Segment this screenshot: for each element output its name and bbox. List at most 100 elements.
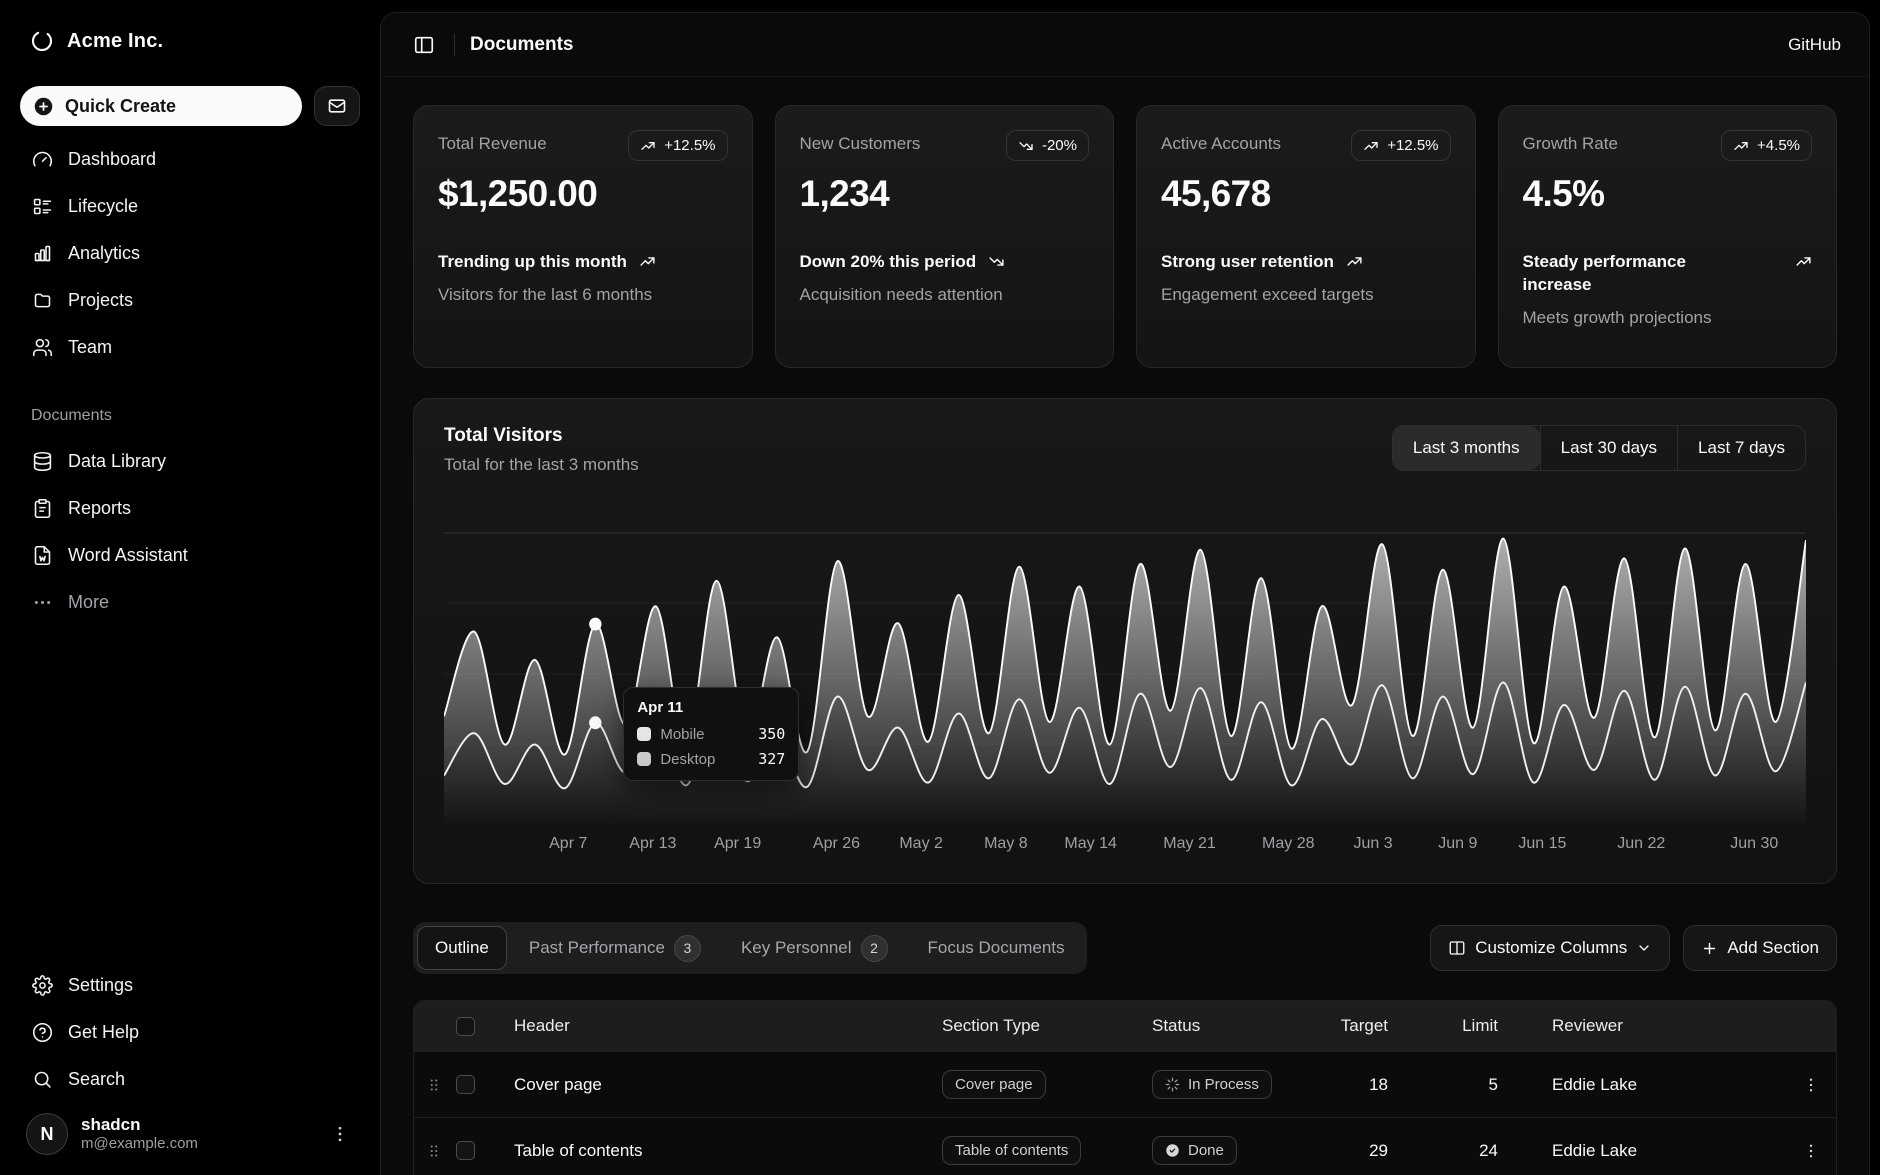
x-tick: Jun 22 — [1617, 835, 1665, 853]
x-axis-labels: Apr 7Apr 13Apr 19Apr 26May 2May 8May 14M… — [444, 835, 1806, 861]
topbar: Documents GitHub — [381, 13, 1869, 77]
row-checkbox[interactable] — [456, 1075, 475, 1094]
stat-card-total-revenue: Total Revenue +12.5% $1,250.00 Trending … — [413, 105, 753, 368]
drag-handle-icon[interactable] — [414, 1076, 454, 1094]
row-menu-ellipsis-icon[interactable] — [1786, 1076, 1836, 1094]
sections-table: Header Section Type Status Target Limit … — [413, 1000, 1837, 1175]
desktop-swatch — [637, 752, 651, 766]
drag-handle-icon[interactable] — [414, 1142, 454, 1160]
row-menu-ellipsis-icon[interactable] — [1786, 1142, 1836, 1160]
sidebar-item-projects[interactable]: Projects — [20, 280, 360, 320]
row-reviewer[interactable]: Eddie Lake — [1536, 1141, 1786, 1161]
sidebar-footer-nav: Settings Get Help Search — [20, 965, 360, 1099]
user-card[interactable]: N shadcn m@example.com — [20, 1099, 360, 1157]
card-label: New Customers — [800, 130, 921, 154]
select-all-checkbox[interactable] — [456, 1017, 475, 1036]
stat-card-active-accounts: Active Accounts +12.5% 45,678 Strong use… — [1136, 105, 1476, 368]
sidebar-item-more[interactable]: More — [20, 582, 360, 622]
section-type-badge: Table of contents — [942, 1136, 1081, 1165]
quick-create-label: Quick Create — [65, 96, 176, 117]
user-email: m@example.com — [81, 1135, 198, 1154]
x-tick: May 8 — [984, 835, 1028, 853]
range-last-3-months[interactable]: Last 3 months — [1393, 426, 1540, 470]
tooltip-row-mobile: Mobile 350 — [637, 725, 785, 743]
check-circle-icon — [1165, 1143, 1180, 1158]
sidebar-item-team[interactable]: Team — [20, 327, 360, 367]
card-label: Active Accounts — [1161, 130, 1281, 154]
sidebar-item-analytics[interactable]: Analytics — [20, 233, 360, 273]
card-footer-title: Steady performance increase — [1523, 251, 1813, 297]
github-link[interactable]: GitHub — [1788, 35, 1841, 55]
sidebar-item-reports[interactable]: Reports — [20, 488, 360, 528]
card-footer-title: Down 20% this period — [800, 251, 1090, 274]
user-menu-ellipsis-icon[interactable] — [326, 1120, 354, 1148]
sidebar-item-label: Search — [68, 1069, 125, 1090]
customize-columns-button[interactable]: Customize Columns — [1430, 925, 1670, 971]
row-reviewer[interactable]: Eddie Lake — [1536, 1075, 1786, 1095]
avatar: N — [26, 1113, 68, 1155]
row-limit[interactable]: 5 — [1426, 1075, 1536, 1095]
stat-cards: Total Revenue +12.5% $1,250.00 Trending … — [413, 105, 1837, 368]
sidebar-toggle-button[interactable] — [409, 30, 439, 60]
tab-past-performance[interactable]: Past Performance 3 — [511, 926, 719, 970]
brand[interactable]: Acme Inc. — [20, 22, 360, 60]
x-tick: Apr 26 — [813, 835, 860, 853]
trend-badge: +12.5% — [1351, 130, 1450, 161]
trending-up-icon — [639, 251, 656, 270]
card-value: 45,678 — [1161, 173, 1451, 215]
sidebar-item-data-library[interactable]: Data Library — [20, 441, 360, 481]
count-badge: 3 — [674, 935, 701, 962]
sidebar-item-settings[interactable]: Settings — [20, 965, 360, 1005]
loader-icon — [1165, 1077, 1180, 1092]
card-footer-desc: Meets growth projections — [1523, 307, 1813, 329]
table-toolbar: Outline Past Performance 3 Key Personnel… — [413, 922, 1837, 974]
brand-title: Acme Inc. — [67, 30, 163, 53]
sidebar-section-label: Documents — [20, 407, 360, 425]
row-header[interactable]: Table of contents — [498, 1141, 926, 1161]
row-checkbox[interactable] — [456, 1141, 475, 1160]
add-section-button[interactable]: Add Section — [1683, 925, 1837, 971]
divider — [454, 34, 455, 56]
trending-up-icon — [1346, 251, 1363, 270]
sidebar-item-dashboard[interactable]: Dashboard — [20, 139, 360, 179]
range-last-30-days[interactable]: Last 30 days — [1540, 426, 1677, 470]
trending-down-icon — [1018, 138, 1034, 154]
col-section-type: Section Type — [926, 1016, 1136, 1036]
sidebar-item-word-assistant[interactable]: Word Assistant — [20, 535, 360, 575]
sidebar-item-lifecycle[interactable]: Lifecycle — [20, 186, 360, 226]
tab-key-personnel[interactable]: Key Personnel 2 — [723, 926, 906, 970]
sidebar-item-label: Data Library — [68, 451, 166, 472]
quick-create-button[interactable]: Quick Create — [20, 86, 302, 126]
main-panel: Documents GitHub Total Revenue +12.5% $1… — [380, 12, 1870, 1175]
folder-icon — [31, 289, 53, 311]
user-name: shadcn — [81, 1114, 198, 1135]
trending-up-icon — [1733, 138, 1749, 154]
row-header[interactable]: Cover page — [498, 1075, 926, 1095]
row-target[interactable]: 18 — [1326, 1075, 1426, 1095]
count-badge: 2 — [861, 935, 888, 962]
row-target[interactable]: 29 — [1326, 1141, 1426, 1161]
acme-logo-icon — [30, 29, 54, 53]
inbox-button[interactable] — [314, 86, 360, 126]
sidebar-item-get-help[interactable]: Get Help — [20, 1012, 360, 1052]
card-value: 1,234 — [800, 173, 1090, 215]
trend-badge: +12.5% — [628, 130, 727, 161]
range-last-7-days[interactable]: Last 7 days — [1677, 426, 1805, 470]
app-root: Acme Inc. Quick Create Dashboard — [0, 0, 1880, 1175]
x-tick: Jun 15 — [1518, 835, 1566, 853]
tab-outline[interactable]: Outline — [417, 926, 507, 970]
tab-focus-documents[interactable]: Focus Documents — [910, 926, 1083, 970]
sidebar-item-search[interactable]: Search — [20, 1059, 360, 1099]
help-circle-icon — [31, 1021, 53, 1043]
sidebar-item-label: Word Assistant — [68, 545, 188, 566]
clipboard-icon — [31, 497, 53, 519]
card-footer-title: Strong user retention — [1161, 251, 1451, 274]
row-limit[interactable]: 24 — [1426, 1141, 1536, 1161]
x-tick: Apr 19 — [714, 835, 761, 853]
sidebar-item-label: Team — [68, 337, 112, 358]
x-tick: May 14 — [1064, 835, 1116, 853]
chevron-down-icon — [1636, 940, 1652, 956]
visitors-chart[interactable]: Apr 11 Mobile 350 Desktop 327 Apr 7Apr 1 — [444, 515, 1806, 861]
card-footer-title: Trending up this month — [438, 251, 728, 274]
card-label: Total Revenue — [438, 130, 547, 154]
